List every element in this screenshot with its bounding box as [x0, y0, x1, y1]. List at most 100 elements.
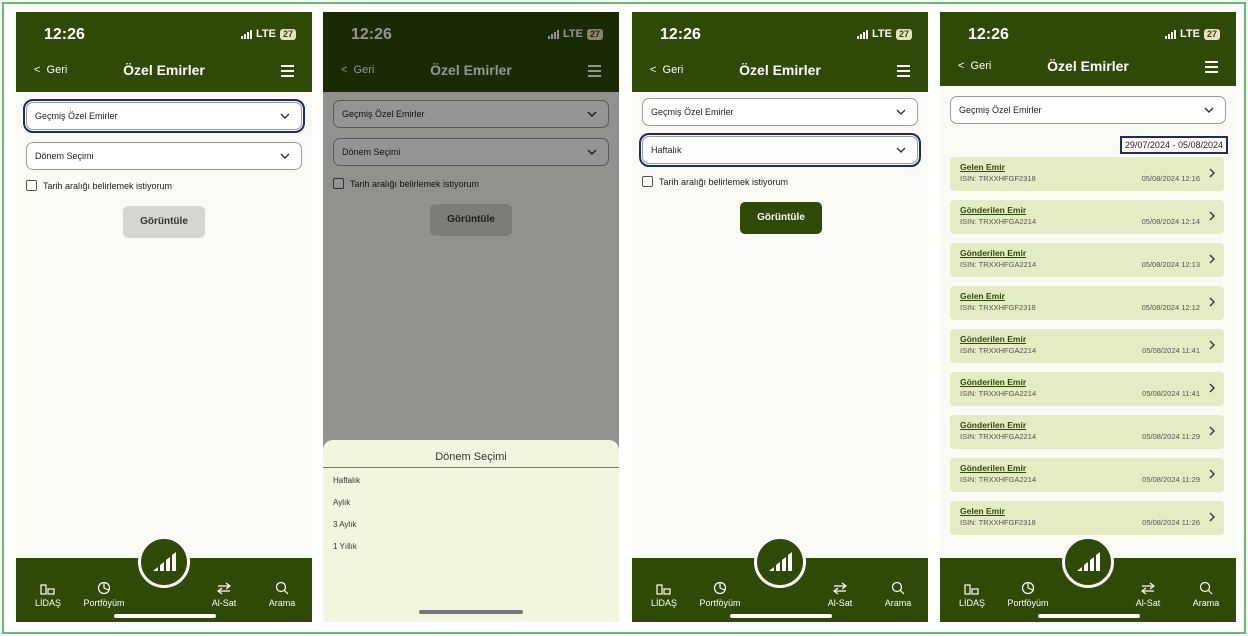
tab-label-portfolio: Portföyüm: [1007, 598, 1049, 608]
period-placeholder: Dönem Seçimi: [35, 151, 94, 161]
order-title[interactable]: Gönderilen Emir: [960, 420, 1026, 430]
chevron-down-icon: [280, 153, 290, 159]
order-title[interactable]: Gönderilen Emir: [960, 248, 1026, 258]
period-dropdown[interactable]: Dönem Seçimi: [26, 142, 302, 170]
home-indicator: [730, 614, 832, 618]
order-card[interactable]: Gönderilen Emir ISIN: TRXXHFGA2214 05/08/2…: [950, 458, 1224, 492]
order-type-dropdown[interactable]: Geçmiş Özel Emirler: [23, 99, 305, 133]
phone-screen-weekly-selected: 12:26 LTE 27 < Geri Özel Emirler Geçmiş …: [632, 12, 928, 622]
order-title[interactable]: Gönderilen Emir: [960, 463, 1026, 473]
date-range-checkbox-label: Tarih aralığı belirlemek istiyorum: [43, 180, 173, 191]
tab-portfolio[interactable]: Portföyüm: [1000, 581, 1056, 608]
period-dropdown[interactable]: Haftalık: [639, 133, 921, 167]
status-bar: 12:26 LTE 27: [632, 12, 928, 50]
swap-arrows-icon: [217, 582, 231, 595]
hamburger-menu-icon[interactable]: [897, 65, 910, 77]
bull-logo-icon: [1077, 552, 1100, 571]
order-title[interactable]: Gönderilen Emir: [960, 334, 1026, 344]
order-card[interactable]: Gelen Emir ISIN: TRXXHFGF2318 05/08/2024 1…: [950, 501, 1224, 535]
home-fab-button[interactable]: [1062, 536, 1114, 588]
tab-trade[interactable]: Al-Sat: [1120, 582, 1176, 608]
chevron-right-icon: [1209, 340, 1215, 350]
tab-search[interactable]: Arama: [1178, 581, 1234, 608]
order-isin: ISIN: TRXXHFGA2214: [960, 346, 1037, 355]
order-title[interactable]: Gönderilen Emir: [960, 377, 1026, 387]
tab-search[interactable]: Arama: [254, 581, 310, 608]
network-label: LTE: [256, 28, 276, 40]
bull-logo-icon: [769, 552, 792, 571]
tab-trade[interactable]: Al-Sat: [812, 582, 868, 608]
phone-screen-results: 12:26 LTE 27 < Geri Özel Emirler Geçmiş …: [940, 12, 1236, 622]
order-card[interactable]: Gönderilen Emir ISIN: TRXXHFGA2214 05/08/2…: [950, 415, 1224, 449]
chevron-right-icon: [1209, 168, 1215, 178]
hamburger-menu-icon[interactable]: [281, 65, 294, 77]
order-type-value: Geçmiş Özel Emirler: [35, 111, 118, 121]
view-button[interactable]: Görüntüle: [740, 202, 822, 234]
order-card[interactable]: Gönderilen Emir ISIN: TRXXHFGA2214 05/08/2…: [950, 329, 1224, 363]
page-title: Özel Emirler: [1047, 58, 1129, 74]
tab-lidas[interactable]: LİDAŞ: [20, 582, 76, 608]
chevron-down-icon: [280, 113, 290, 119]
nav-bar: < Geri Özel Emirler: [16, 50, 312, 92]
bottom-tab-bar: LİDAŞ Portföyüm Al-Sat Arama: [632, 536, 928, 622]
order-datetime: 05/08/2024 11:41: [1142, 389, 1200, 398]
signal-icon: [241, 29, 253, 39]
order-datetime: 05/08/2024 12:12: [1141, 303, 1200, 312]
tab-lidas[interactable]: LİDAŞ: [636, 582, 692, 608]
order-type-value: Geçmiş Özel Emirler: [651, 107, 734, 117]
order-type-dropdown[interactable]: Geçmiş Özel Emirler: [642, 98, 918, 126]
order-card[interactable]: Gönderilen Emir ISIN: TRXXHFGA2214 05/08/2…: [950, 200, 1224, 234]
order-card[interactable]: Gelen Emir ISIN: TRXXHFGF2318 05/08/2024 1…: [950, 157, 1224, 191]
date-range-checkbox-label: Tarih aralığı belirlemek istiyorum: [659, 176, 789, 187]
home-fab-button[interactable]: [138, 536, 190, 588]
order-isin: ISIN: TRXXHFGA2214: [960, 260, 1037, 269]
view-button[interactable]: Görüntüle: [123, 206, 205, 238]
date-range-checkbox[interactable]: [642, 176, 653, 187]
phone-screen-period-sheet: 12:26 LTE 27 < Geri Özel Emirler Geçmiş …: [323, 12, 619, 622]
order-datetime: 05/08/2024 11:29: [1142, 475, 1200, 484]
order-datetime: 05/08/2024 11:26: [1142, 518, 1200, 527]
hamburger-menu-icon[interactable]: [1205, 61, 1218, 73]
period-option[interactable]: 1 Yıllık: [323, 536, 619, 558]
tab-portfolio[interactable]: Portföyüm: [692, 581, 748, 608]
tab-label-lidas: LİDAŞ: [34, 598, 61, 608]
nav-bar: < Geri Özel Emirler: [940, 50, 1236, 86]
order-isin: ISIN: TRXXHFGA2214: [960, 432, 1037, 441]
home-indicator: [1038, 614, 1140, 618]
status-time: 12:26: [968, 26, 1009, 43]
tab-label-search: Arama: [1192, 598, 1220, 608]
tab-trade[interactable]: Al-Sat: [196, 582, 252, 608]
order-datetime: 05/08/2024 12:14: [1141, 217, 1200, 226]
period-bottom-sheet: Dönem Seçimi Haftalık Aylık 3 Aylık 1 Yı…: [323, 440, 619, 622]
order-title[interactable]: Gelen Emir: [960, 291, 1005, 301]
tab-search[interactable]: Arama: [870, 581, 926, 608]
period-option[interactable]: 3 Aylık: [323, 514, 619, 536]
period-option[interactable]: Haftalık: [323, 470, 619, 492]
order-title[interactable]: Gönderilen Emir: [960, 205, 1026, 215]
order-title[interactable]: Gelen Emir: [960, 506, 1005, 516]
tab-label-lidas: LİDAŞ: [650, 598, 677, 608]
tab-portfolio[interactable]: Portföyüm: [76, 581, 132, 608]
swap-arrows-icon: [833, 582, 847, 595]
period-option[interactable]: Aylık: [323, 492, 619, 514]
chart-bars-icon: [40, 584, 55, 595]
chevron-right-icon: [1209, 211, 1215, 221]
page-title: Özel Emirler: [123, 62, 205, 78]
order-isin: ISIN: TRXXHFGA2214: [960, 389, 1037, 398]
tab-lidas[interactable]: LİDAŞ: [944, 582, 1000, 608]
chevron-down-icon: [1204, 107, 1214, 113]
home-fab-button[interactable]: [754, 536, 806, 588]
order-title[interactable]: Gelen Emir: [960, 162, 1005, 172]
order-card[interactable]: Gönderilen Emir ISIN: TRXXHFGA2214 05/08/2…: [950, 243, 1224, 277]
order-datetime: 05/08/2024 12:13: [1141, 260, 1200, 269]
sheet-title: Dönem Seçimi: [323, 440, 619, 468]
order-type-dropdown[interactable]: Geçmiş Özel Emirler: [950, 96, 1226, 124]
order-card[interactable]: Gelen Emir ISIN: TRXXHFGF2318 05/08/2024 1…: [950, 286, 1224, 320]
date-range-checkbox-row[interactable]: Tarih aralığı belirlemek istiyorum: [642, 176, 788, 187]
search-icon: [275, 581, 289, 595]
battery-icon: 27: [279, 28, 296, 40]
order-datetime: 05/08/2024 12:16: [1141, 174, 1200, 183]
date-range-checkbox[interactable]: [26, 180, 37, 191]
order-card[interactable]: Gönderilen Emir ISIN: TRXXHFGA2214 05/08/2…: [950, 372, 1224, 406]
date-range-checkbox-row[interactable]: Tarih aralığı belirlemek istiyorum: [26, 180, 172, 191]
